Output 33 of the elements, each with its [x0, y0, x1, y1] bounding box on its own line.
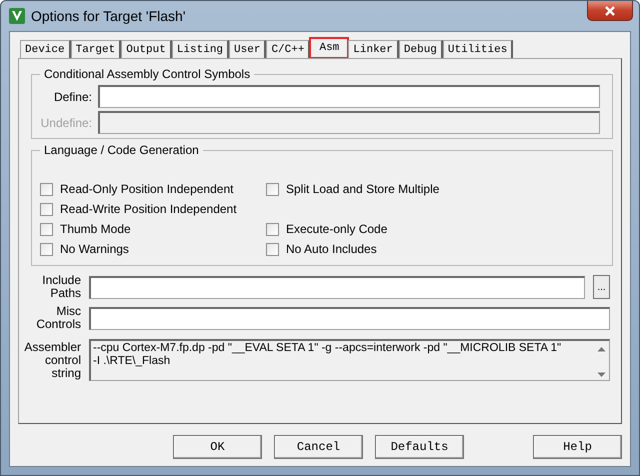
checkbox-label: Thumb Mode — [60, 222, 131, 236]
field-label: Assembler control string — [23, 340, 81, 380]
tab[interactable]: User — [229, 40, 266, 58]
tab[interactable]: Asm — [310, 38, 348, 58]
tab[interactable]: C/C++ — [266, 40, 310, 58]
checkbox-label: No Warnings — [60, 242, 129, 256]
group-title: Conditional Assembly Control Symbols — [43, 67, 252, 81]
field-label: Undefine: — [40, 116, 92, 130]
field-label: Misc Controls — [35, 305, 81, 331]
dialog-button[interactable]: OK — [173, 435, 262, 459]
tab[interactable]: Output — [121, 40, 172, 58]
dialog-button[interactable]: Help — [533, 435, 622, 459]
tab[interactable]: Target — [70, 40, 122, 58]
group-title: Language / Code Generation — [43, 143, 200, 157]
field-label: Define: — [52, 90, 92, 104]
tab[interactable]: Device — [20, 40, 71, 58]
browse-button[interactable]: ... — [593, 275, 610, 299]
text-line: -I .\RTE\_Flash — [93, 355, 172, 368]
dialog-button[interactable]: Cancel — [274, 435, 363, 459]
tab[interactable]: Linker — [348, 40, 399, 58]
dialog-button[interactable]: Defaults — [375, 435, 464, 459]
window-title: Options for Target 'Flash' — [31, 8, 186, 24]
tab[interactable]: Utilities — [442, 40, 514, 58]
text-area[interactable]: --cpu Cortex-M7.fp.dp -pd "__EVAL SETA 1" -g --apcs=interwork -pd "__MICROLIB SETA 1" -I .\RTE\_Flash — [89, 339, 610, 381]
checkbox-label: Split Load and Store Multiple — [286, 182, 440, 196]
checkbox-label: Read-Write Position Independent — [60, 202, 237, 216]
field-label: Include Paths — [41, 274, 81, 300]
text-line: --cpu Cortex-M7.fp.dp -pd "__EVAL SETA 1" -g --apcs=interwork -pd "__MICROLIB SETA 1" — [93, 342, 562, 355]
tab[interactable]: Debug — [398, 40, 443, 58]
checkbox-label: Execute-only Code — [286, 222, 388, 236]
checkbox-label: No Auto Includes — [286, 242, 377, 256]
tab[interactable]: Listing — [172, 40, 230, 58]
checkbox-label: Read-Only Position Independent — [60, 182, 234, 196]
